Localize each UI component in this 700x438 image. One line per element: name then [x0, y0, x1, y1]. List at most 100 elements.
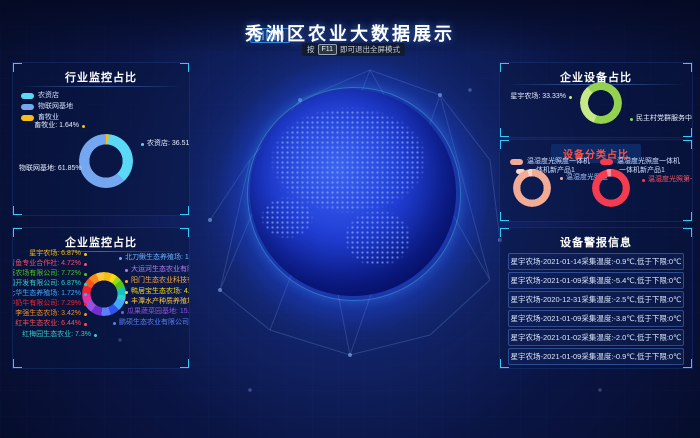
chart-callout: 物联网基地: 61.85%: [19, 165, 88, 173]
callout-dot: [113, 322, 116, 325]
callout-text: 物联网基地: 61.85%: [19, 165, 82, 173]
panel-device-class-ratio: 设备分类占比 温湿度光照度一体机 一体机新产品1 温湿度光照度一 温湿度光照度一…: [499, 139, 693, 222]
panel-equipment-ratio: 企业设备占比 星宇农场: 33.33% 民主村党群服务中心:: [499, 62, 693, 138]
title-divider: [19, 86, 183, 87]
legend-item[interactable]: 畜牧业: [21, 114, 59, 122]
callout-dot: [85, 168, 88, 171]
callout-dot: [569, 96, 572, 99]
callout-dot: [141, 143, 144, 146]
hint-suffix: 即可退出全屏模式: [340, 44, 400, 55]
legend-label: 畜牧业: [38, 114, 59, 122]
alarm-list-item: 星宇农场-2021-01-09采集温度:-3.8℃,低于下限:0℃: [508, 310, 684, 327]
callout-text: 民主村党群服务中心:: [636, 115, 693, 123]
globe-rim: [247, 87, 461, 301]
callout-dot: [84, 283, 87, 286]
alarm-list-item: 星宇农场-2021-01-14采集温度:-0.9℃,低于下限:0℃: [508, 253, 684, 270]
callout-dot: [125, 280, 128, 283]
callout-dot: [84, 273, 87, 276]
legend-item[interactable]: 农资店: [21, 92, 59, 100]
callout-text: 中奶牛有限公司: 7.29%: [12, 300, 81, 308]
alarm-panel-title: 设备警报信息: [500, 234, 692, 250]
f11-keycap: F11: [318, 44, 338, 55]
equipment-donut-chart[interactable]: [580, 82, 622, 124]
alarm-list-item: 星宇农场-2020-12-31采集温度:-2.5℃,低于下限:0℃: [508, 291, 684, 308]
chart-callout: 鹏硕生态农业有限公司: 6.87: [113, 319, 190, 327]
callout-dot: [630, 118, 633, 121]
callout-dot: [84, 303, 87, 306]
device-class-left-donut[interactable]: [513, 169, 551, 207]
industry-panel-title: 行业监控占比: [13, 69, 189, 85]
chart-callout: 红梅园生态农业: 7.3%: [13, 331, 97, 339]
callout-dot: [119, 257, 122, 260]
corner-decoration: [499, 139, 509, 149]
corner-decoration: [180, 206, 190, 216]
hint-prefix: 按: [307, 44, 315, 55]
callout-text: 畜牧业: 1.64%: [34, 122, 79, 130]
callout-dot: [84, 313, 87, 316]
callout-dot: [560, 177, 563, 180]
fullscreen-hint: 按 F11 即可退出全屏模式: [302, 43, 405, 56]
chart-callout: 瓜果蔬菜园基地: 15.02%: [121, 308, 190, 316]
legend-swatch: [21, 104, 34, 110]
legend-item[interactable]: 物联网基地: [21, 103, 73, 111]
legend-swatch: [510, 159, 523, 165]
industry-donut-chart[interactable]: [79, 134, 133, 188]
chart-callout: 中奶牛有限公司: 7.29%: [13, 300, 87, 308]
alarm-list-item: 星宇农场-2021-01-02采集温度:-2.0℃,低于下限:0℃: [508, 329, 684, 346]
callout-text: 大运河生态农业有限责任公: [131, 266, 190, 274]
corner-decoration: [683, 128, 693, 138]
legend-item[interactable]: 温湿度光照度一体机: [510, 158, 590, 166]
legend-label: 一体机新产品1: [619, 167, 665, 175]
chart-callout: 畜牧业: 1.64%: [13, 122, 85, 130]
legend-label: 物联网基地: [38, 103, 73, 111]
callout-text: 红丰生态农业: 6.44%: [15, 320, 81, 328]
legend-label: 温湿度光照度一体机: [527, 158, 590, 166]
callout-dot: [84, 263, 87, 266]
callout-text: 农资店: 36.51%: [147, 140, 190, 148]
chart-callout: 秀越青鱼专业合作社: 4.72%: [13, 260, 87, 268]
corner-decoration: [683, 359, 693, 369]
chart-callout: 李强生态农场: 3.42%: [13, 310, 87, 318]
callout-dot: [94, 334, 97, 337]
chart-callout: 星宇农场: 33.33%: [500, 93, 572, 101]
callout-text: 李强生态农场: 3.42%: [15, 310, 81, 318]
callout-text: 鸭居宝生态农场: 4.29: [131, 288, 190, 296]
alarm-list-item: 星宇农场-2021-01-09采集温度:-0.9℃,低于下限:0℃: [508, 348, 684, 365]
corner-decoration: [180, 359, 190, 369]
chart-callout: 北刀鳅生态养殖场: 11.16%: [119, 254, 190, 262]
chart-callout: 温湿度光照第一: [642, 176, 693, 184]
callout-dot: [121, 311, 124, 314]
chart-callout: 七华生态养殖场: 1.72%: [13, 290, 87, 298]
callout-text: 星宇农场: 6.87%: [29, 250, 81, 258]
corner-decoration: [683, 212, 693, 222]
callout-text: 北刀鳅生态养殖场: 11.16%: [125, 254, 190, 262]
enterprise-panel-title: 企业监控占比: [13, 234, 189, 250]
chart-callout: 阳门生态农业科技有限公: [125, 277, 190, 285]
callout-text: 阳门生态农业科技有限公: [131, 277, 190, 285]
legend-swatch: [600, 159, 613, 165]
panel-enterprise-ratio: 企业监控占比 星宇农场: 6.87% 秀越青鱼专业合作社: 4.72% 家庭农场…: [12, 227, 190, 369]
callout-text: 丰潭水产种质养殖场: 1.: [131, 298, 190, 306]
chart-callout: 红丰生态农业: 6.44%: [13, 320, 87, 328]
enterprise-donut-chart[interactable]: [82, 272, 126, 316]
callout-text: 鹏硕生态农业有限公司: 6.87: [119, 319, 190, 327]
alarm-list-item: 星宇农场-2021-01-09采集温度:-5.4℃,低于下限:0℃: [508, 272, 684, 289]
callout-dot: [125, 291, 128, 294]
device-class-right-donut[interactable]: [592, 169, 630, 207]
legend-item[interactable]: 温湿度光照度一体机: [600, 158, 680, 166]
legend-label: 农资店: [38, 92, 59, 100]
panel-industry-ratio: 行业监控占比 农资店 物联网基地 畜牧业 畜牧业: 1.64% 农资店: 36.…: [12, 62, 190, 216]
legend-swatch: [21, 115, 34, 121]
callout-text: 七华生态养殖场: 1.72%: [12, 290, 81, 298]
chart-callout: 丰潭水产种质养殖场: 1.: [125, 298, 190, 306]
callout-dot: [84, 293, 87, 296]
callout-dot: [84, 323, 87, 326]
callout-text: 红梅园生态农业: 7.3%: [22, 331, 91, 339]
chart-callout: 星宇农场: 6.87%: [13, 250, 87, 258]
callout-text: 瓜果蔬菜园基地: 15.02%: [127, 308, 190, 316]
callout-dot: [84, 253, 87, 256]
chart-callout: 民主村党群服务中心:: [630, 115, 693, 123]
legend-label: 温湿度光照度一体机: [617, 158, 680, 166]
dashboard-stage: 秀洲区农业大数据展示 按 F11 即可退出全屏模式 行业监控占比 农资店 物联网…: [0, 0, 700, 438]
chart-callout: 国开发有限公司: 6.87%: [13, 280, 87, 288]
